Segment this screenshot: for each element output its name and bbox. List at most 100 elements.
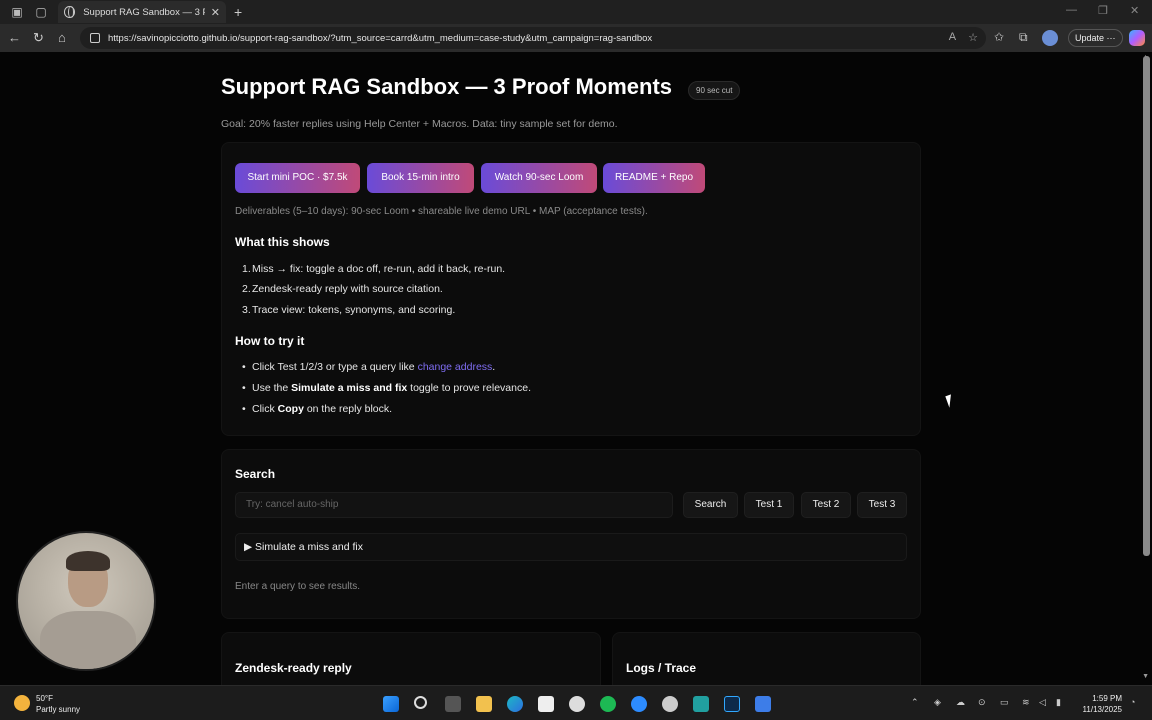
refresh-icon[interactable]: ↻ (33, 30, 44, 46)
logs-heading: Logs / Trace (626, 661, 697, 675)
list-text: Click (252, 403, 278, 415)
linear-icon[interactable] (662, 696, 678, 712)
profile-avatar[interactable] (1042, 30, 1058, 46)
back-icon[interactable]: ← (8, 30, 21, 46)
copilot-icon[interactable] (1129, 30, 1145, 46)
list-item: 1.Miss → fix: toggle a doc off, re-run, … (242, 263, 505, 275)
minimize-icon[interactable]: — (1066, 4, 1077, 16)
test-3-button[interactable]: Test 3 (857, 492, 907, 518)
tab-actions-icon[interactable]: ▢ (34, 5, 48, 19)
new-tab-icon[interactable]: + (234, 4, 242, 20)
notepad-icon[interactable] (693, 696, 709, 712)
list-number: 3. (242, 304, 251, 316)
bullet-icon: • (242, 403, 246, 415)
favorite-star-icon[interactable]: ☆ (968, 31, 978, 44)
update-label: Update (1075, 33, 1105, 43)
list-item: 3.Trace view: tokens, synonyms, and scor… (242, 304, 455, 316)
home-icon[interactable]: ⌂ (58, 30, 66, 46)
tray-cloud-icon[interactable]: ☁ (956, 697, 965, 708)
list-bold-text: Copy (277, 403, 304, 415)
task-view-icon[interactable] (445, 696, 461, 712)
list-number: 2. (242, 283, 251, 295)
zoom-icon[interactable] (631, 696, 647, 712)
taskbar-clock[interactable]: 1:59 PM 11/13/2025 (1076, 693, 1122, 715)
webcam-overlay (16, 531, 156, 671)
bullet-icon: • (242, 361, 246, 373)
browser-tab[interactable]: Support RAG Sandbox — 3 Proof ✕ (58, 1, 226, 23)
browser-tab-bar: ▣ ▢ Support RAG Sandbox — 3 Proof ✕ + — … (0, 0, 1152, 24)
favorites-icon[interactable]: ✩ (994, 30, 1004, 44)
webcam-hair (66, 551, 110, 571)
search-input[interactable]: Try: cancel auto-ship (235, 492, 673, 518)
list-text: Use the (252, 382, 292, 394)
simulate-label: Simulate a miss and fix (255, 541, 363, 553)
page-scrollbar[interactable] (1143, 56, 1150, 556)
address-bar-row: ← ↻ ⌂ https://savinopicciotto.github.io/… (0, 24, 1152, 52)
weather-sun-icon[interactable] (14, 695, 30, 711)
list-text: toggle to prove relevance. (407, 382, 531, 394)
tray-chevron-icon[interactable]: ⌃ (911, 697, 919, 708)
readme-repo-button[interactable]: README + Repo (603, 163, 705, 193)
photoshop-icon[interactable] (724, 696, 740, 712)
weather-widget[interactable]: 50°F Partly sunny (36, 693, 80, 715)
notifications-bell-icon[interactable]: ◔ (1130, 697, 1135, 707)
bullet-icon: • (242, 382, 246, 394)
workspaces-icon[interactable]: ▣ (10, 5, 24, 19)
list-bold-text: Simulate a miss and fix (291, 382, 408, 394)
restore-icon[interactable]: ❐ (1098, 4, 1108, 17)
tray-app-icon[interactable]: ◈ (934, 697, 941, 708)
weather-temp: 50°F (36, 694, 53, 703)
display-icon[interactable]: ▭ (1000, 697, 1009, 708)
notion-icon[interactable] (538, 696, 554, 712)
list-text: . (492, 361, 496, 373)
weather-desc: Partly sunny (36, 705, 81, 714)
url-field[interactable]: https://savinopicciotto.github.io/suppor… (80, 27, 986, 49)
scroll-down-icon[interactable]: ▼ (1142, 673, 1149, 680)
volume-icon[interactable]: ◁ (1039, 697, 1046, 708)
watch-loom-button[interactable]: Watch 90-sec Loom (481, 163, 597, 193)
windows-taskbar: 50°F Partly sunny ⌃ ◈ ☁ ⊙ ▭ ≋ ◁ ▮ 1:59 P… (0, 685, 1152, 720)
microphone-icon[interactable]: ⊙ (978, 697, 986, 708)
search-heading: Search (235, 467, 276, 481)
disclosure-triangle-icon: ▶ (244, 541, 255, 553)
how-heading: How to try it (235, 334, 305, 348)
chatgpt-icon[interactable] (569, 696, 585, 712)
close-window-icon[interactable]: ✕ (1130, 4, 1139, 17)
file-explorer-icon[interactable] (476, 696, 492, 712)
search-button[interactable]: Search (683, 492, 738, 518)
search-icon[interactable] (414, 696, 427, 709)
list-text: Zendesk-ready reply with source citation… (252, 283, 443, 295)
update-button[interactable]: Update ⋯ (1068, 29, 1123, 47)
list-item: • Use the Simulate a miss and fix toggle … (242, 382, 531, 394)
book-intro-button[interactable]: Book 15-min intro (367, 163, 474, 193)
clock-date: 11/13/2025 (1082, 705, 1122, 714)
read-aloud-icon[interactable]: A (949, 31, 956, 44)
example-query-link[interactable]: change address (418, 361, 493, 373)
test-1-button[interactable]: Test 1 (744, 492, 794, 518)
edge-icon[interactable] (507, 696, 523, 712)
simulate-toggle[interactable]: ▶ Simulate a miss and fix (235, 533, 907, 561)
collections-icon[interactable]: ⧉ (1019, 30, 1028, 45)
test-2-button[interactable]: Test 2 (801, 492, 851, 518)
start-icon[interactable] (383, 696, 399, 712)
list-text: Miss → fix: toggle a doc off, re-run, ad… (252, 263, 506, 275)
reply-heading: Zendesk-ready reply (235, 661, 352, 675)
clock-time: 1:59 PM (1092, 694, 1122, 703)
spotify-icon[interactable] (600, 696, 616, 712)
goal-text: Goal: 20% faster replies using Help Cent… (221, 118, 618, 130)
list-text: Trace view: tokens, synonyms, and scorin… (252, 304, 456, 316)
close-tab-icon[interactable]: ✕ (211, 6, 220, 19)
page-title: Support RAG Sandbox — 3 Proof Moments (221, 74, 673, 99)
wifi-icon[interactable]: ≋ (1022, 697, 1030, 708)
what-heading: What this shows (235, 235, 330, 249)
battery-icon[interactable]: ▮ (1056, 697, 1061, 708)
globe-icon (64, 6, 76, 18)
list-item: • Click Copy on the reply block. (242, 403, 392, 415)
lock-icon[interactable] (90, 33, 100, 43)
settings-gear-icon[interactable] (755, 696, 771, 712)
list-item: • Click Test 1/2/3 or type a query like c… (242, 361, 495, 373)
start-poc-button[interactable]: Start mini POC · $7.5k (235, 163, 360, 193)
results-hint: Enter a query to see results. (235, 581, 361, 592)
webcam-body (40, 611, 136, 669)
url-text: https://savinopicciotto.github.io/suppor… (108, 32, 653, 44)
